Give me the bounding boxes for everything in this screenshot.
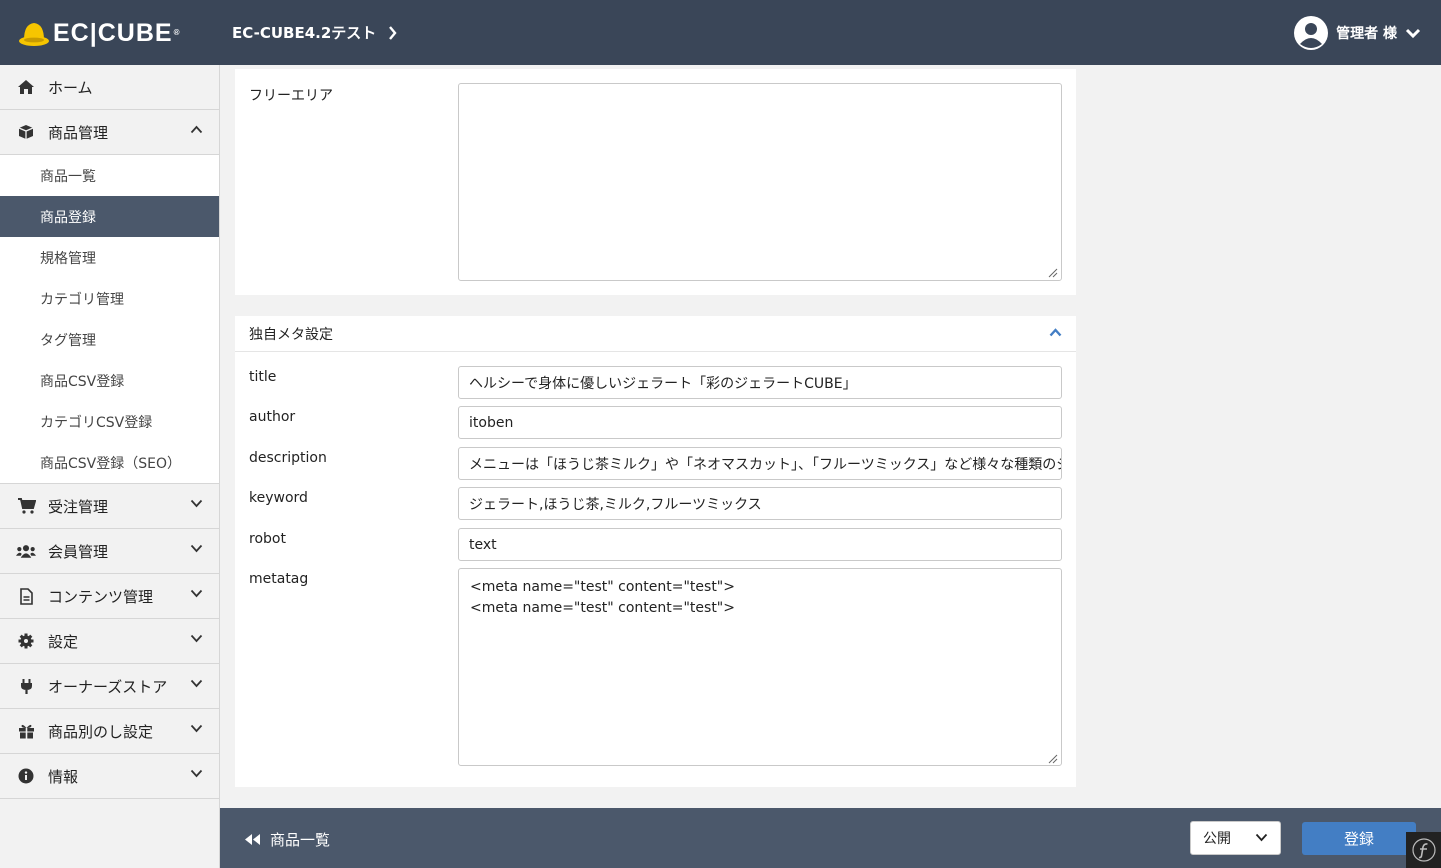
gift-icon [16, 722, 36, 740]
chevron-down-icon [190, 724, 203, 733]
sidebar-item-members[interactable]: 会員管理 [0, 529, 219, 574]
chevron-down-icon [190, 544, 203, 553]
sidebar-item-home[interactable]: ホーム [0, 65, 219, 110]
meta-robot-label: robot [249, 531, 286, 547]
back-link-label: 商品一覧 [270, 831, 331, 849]
chevron-down-icon [190, 679, 203, 688]
free-area-label: フリーエリア [249, 88, 333, 104]
sidebar-item-label: 情報 [48, 767, 79, 786]
top-header: EC|CUBE® EC-CUBE4.2テスト 管理者 様 [0, 0, 1441, 65]
sidebar-item-content[interactable]: コンテンツ管理 [0, 574, 219, 619]
logo-registered-mark: ® [173, 28, 181, 37]
shop-name: EC-CUBE4.2テスト [232, 24, 377, 42]
meta-title-input[interactable]: ヘルシーで身体に優しいジェラート「彩のジェラートCUBE」 [458, 366, 1062, 399]
resize-handle-icon[interactable] [1046, 266, 1058, 278]
logo-text: EC|CUBE [53, 19, 173, 47]
sidebar-item-label: 設定 [48, 632, 79, 651]
chevron-down-icon [190, 589, 203, 598]
double-chevron-left-icon [244, 833, 261, 846]
symfony-toolbar-badge[interactable] [1406, 832, 1441, 868]
submenu-item-product-list[interactable]: 商品一覧 [0, 155, 219, 196]
submenu-item-product-csv[interactable]: 商品CSV登録 [0, 360, 219, 401]
register-button[interactable]: 登録 [1302, 822, 1416, 855]
chevron-up-icon [190, 125, 203, 134]
sidebar-item-label: 受注管理 [48, 497, 109, 516]
ec-cube-logo[interactable]: EC|CUBE® [18, 18, 180, 48]
user-menu[interactable]: 管理者 様 [1294, 16, 1421, 50]
back-to-product-list-link[interactable]: 商品一覧 [244, 829, 330, 850]
metatag-label: metatag [249, 571, 309, 587]
cart-icon [16, 497, 36, 515]
submenu-item-product-csv-seo[interactable]: 商品CSV登録（SEO） [0, 442, 219, 483]
collapse-chevron-up-icon[interactable] [1049, 328, 1062, 337]
sidebar-item-owners-store[interactable]: オーナーズストア [0, 664, 219, 709]
sidebar-item-label: 商品別のし設定 [48, 722, 154, 741]
submenu-item-category-csv[interactable]: カテゴリCSV登録 [0, 401, 219, 442]
shop-name-link[interactable]: EC-CUBE4.2テスト [232, 22, 397, 43]
bottom-action-bar: 商品一覧 公開 登録 [220, 808, 1441, 868]
meta-keyword-label: keyword [249, 490, 308, 506]
sidebar-item-settings[interactable]: 設定 [0, 619, 219, 664]
user-avatar-icon [1294, 16, 1329, 50]
meta-description-label: description [249, 450, 327, 466]
sidebar-item-label: 会員管理 [48, 542, 109, 561]
chevron-down-icon [1405, 28, 1421, 38]
users-icon [16, 542, 36, 560]
chevron-down-icon [190, 499, 203, 508]
chevron-down-icon [1255, 833, 1268, 842]
meta-robot-input[interactable]: text [458, 528, 1062, 561]
products-submenu: 商品一覧 商品登録 規格管理 カテゴリ管理 タグ管理 商品CSV登録 カテゴリC… [0, 155, 219, 484]
sidebar-item-info[interactable]: 情報 [0, 754, 219, 799]
custom-meta-title: 独自メタ設定 [249, 326, 333, 343]
chevron-down-icon [190, 769, 203, 778]
hat-logo-icon [19, 23, 49, 46]
box-icon [16, 123, 36, 141]
custom-meta-card: 独自メタ設定 title ヘルシーで身体に優しいジェラート「彩のジェラートCUB… [235, 316, 1076, 787]
meta-author-input[interactable]: itoben [458, 406, 1062, 439]
free-area-card: フリーエリア [235, 69, 1076, 295]
meta-description-input[interactable]: メニューは「ほうじ茶ミルク」や「ネオマスカット」、「フルーツミックス」など様々な… [458, 447, 1062, 480]
plug-icon [16, 677, 36, 695]
info-icon [16, 767, 36, 785]
sidebar-item-label: オーナーズストア [48, 677, 168, 696]
custom-meta-header[interactable]: 独自メタ設定 [235, 316, 1076, 352]
meta-author-label: author [249, 409, 296, 425]
chevron-right-icon [389, 25, 397, 40]
sidebar-item-products[interactable]: 商品管理 [0, 110, 219, 155]
submenu-item-product-register[interactable]: 商品登録 [0, 196, 219, 237]
home-icon [16, 78, 36, 96]
file-icon [16, 587, 36, 605]
metatag-textarea[interactable]: <meta name="test" content="test"> <meta … [458, 568, 1062, 766]
sidebar-item-label: コンテンツ管理 [48, 587, 154, 606]
gear-icon [16, 632, 36, 650]
sidebar-item-label: ホーム [48, 78, 93, 97]
free-area-textarea[interactable] [458, 83, 1062, 281]
submenu-item-class-management[interactable]: 規格管理 [0, 237, 219, 278]
sidebar-item-orders[interactable]: 受注管理 [0, 484, 219, 529]
resize-handle-icon[interactable] [1046, 752, 1058, 764]
symfony-icon [1411, 838, 1436, 862]
sidebar-item-noshi-settings[interactable]: 商品別のし設定 [0, 709, 219, 754]
publish-status-value: 公開 [1203, 831, 1231, 847]
sidebar: ホーム 商品管理 商品一覧 商品登録 規格管理 カテゴリ管理 タグ管理 商品CS… [0, 65, 220, 868]
meta-title-label: title [249, 369, 277, 385]
meta-keyword-input[interactable]: ジェラート,ほうじ茶,ミルク,フルーツミックス [458, 487, 1062, 520]
publish-status-select[interactable]: 公開 [1190, 821, 1281, 855]
submenu-item-category-management[interactable]: カテゴリ管理 [0, 278, 219, 319]
submenu-item-tag-management[interactable]: タグ管理 [0, 319, 219, 360]
sidebar-item-label: 商品管理 [48, 123, 109, 142]
user-name: 管理者 様 [1336, 26, 1397, 42]
chevron-down-icon [190, 634, 203, 643]
